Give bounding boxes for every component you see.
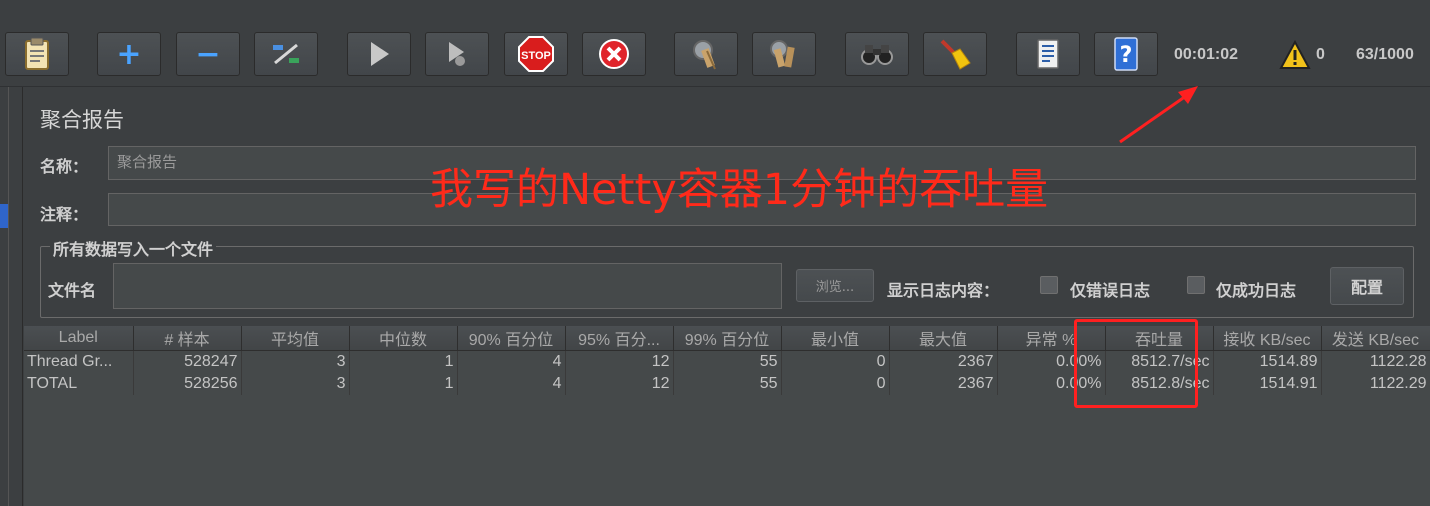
- tree-divider: [8, 87, 9, 506]
- table-cell: 2367: [889, 373, 998, 395]
- toggle-icon: [273, 43, 299, 65]
- column-header-95-percentile[interactable]: 95% 百分...: [565, 326, 674, 351]
- table-cell: 1: [349, 350, 458, 373]
- browse-button[interactable]: 浏览...: [796, 269, 874, 302]
- configure-button[interactable]: 配置: [1330, 267, 1404, 305]
- table-cell: 1514.89: [1213, 350, 1322, 373]
- search-button[interactable]: [845, 32, 909, 76]
- window-top-strip: [0, 0, 1430, 23]
- table-cell: 12: [565, 373, 674, 395]
- table-cell: 55: [673, 350, 782, 373]
- column-header-max[interactable]: 最大值: [889, 326, 998, 351]
- column-header-label[interactable]: Label: [24, 326, 134, 351]
- table-cell: 528256: [133, 373, 242, 395]
- comment-label: 注释：: [40, 205, 89, 224]
- clear-all-button[interactable]: [752, 32, 816, 76]
- toggle-button[interactable]: [254, 32, 318, 76]
- start-no-pause-icon: [449, 42, 465, 66]
- column-header-average[interactable]: 平均值: [241, 326, 350, 351]
- column-header-median[interactable]: 中位数: [349, 326, 458, 351]
- elapsed-time: 00:01:02: [1174, 46, 1239, 63]
- stop-button[interactable]: STOP: [504, 32, 568, 76]
- collapse-icon: −: [195, 36, 221, 72]
- warning-icon[interactable]: [1279, 40, 1311, 70]
- throughput-highlight-box: [1074, 319, 1198, 408]
- column-header-received-kb[interactable]: 接收 KB/sec: [1213, 326, 1322, 351]
- start-icon: [371, 42, 389, 66]
- clear-all-icon: [770, 40, 795, 68]
- success-only-checkbox[interactable]: [1187, 276, 1205, 294]
- filename-field[interactable]: [113, 263, 782, 309]
- table-cell: 0: [781, 350, 890, 373]
- name-label: 名称：: [40, 157, 89, 176]
- success-only-label: 仅成功日志: [1216, 281, 1297, 300]
- table-cell: 4: [457, 350, 566, 373]
- table-cell: 3: [241, 350, 350, 373]
- active-threads-count: 63/1000: [1356, 46, 1414, 63]
- svg-text:?: ?: [1120, 43, 1133, 68]
- table-cell: Thread Gr...: [24, 350, 134, 373]
- errors-only-checkbox[interactable]: [1040, 276, 1058, 294]
- table-cell: 3: [241, 373, 350, 395]
- annotation-text: 我写的Netty容器1分钟的吞吐量: [430, 165, 1049, 215]
- write-to-file-group-title: 所有数据写入一个文件: [50, 236, 217, 260]
- svg-text:STOP: STOP: [521, 50, 551, 62]
- shutdown-button[interactable]: [582, 32, 646, 76]
- table-cell: 2367: [889, 350, 998, 373]
- help-button[interactable]: ?: [1094, 32, 1158, 76]
- function-helper-button[interactable]: [1016, 32, 1080, 76]
- column-header-99-percentile[interactable]: 99% 百分位: [673, 326, 782, 351]
- start-button[interactable]: [347, 32, 411, 76]
- expand-icon: +: [116, 36, 142, 72]
- filename-label: 文件名: [48, 281, 97, 300]
- table-cell: 55: [673, 373, 782, 395]
- results-table[interactable]: Label # 样本 平均值 中位数 90% 百分位 95% 百分... 99%…: [24, 326, 1430, 506]
- table-cell: 1122.28: [1321, 350, 1430, 373]
- errors-only-label: 仅错误日志: [1070, 281, 1151, 300]
- column-header-90-percentile[interactable]: 90% 百分位: [457, 326, 566, 351]
- test-plan-tree-pane[interactable]: [0, 87, 23, 506]
- help-icon: ?: [1114, 37, 1138, 71]
- expand-all-button[interactable]: +: [97, 32, 161, 76]
- function-helper-icon: [1037, 39, 1059, 69]
- warning-count: 0: [1316, 46, 1325, 63]
- reset-search-broom-icon: [940, 39, 971, 70]
- table-row[interactable]: TOTAL 528256 3 1 4 12 55 0 2367 0.00% 85…: [24, 373, 1430, 395]
- column-header-samples[interactable]: # 样本: [133, 326, 242, 351]
- table-header-row: Label # 样本 平均值 中位数 90% 百分位 95% 百分... 99%…: [24, 326, 1430, 351]
- table-cell: 1514.91: [1213, 373, 1322, 395]
- collapse-all-button[interactable]: −: [176, 32, 240, 76]
- table-row[interactable]: Thread Gr... 528247 3 1 4 12 55 0 2367 0…: [24, 350, 1430, 373]
- table-cell: 528247: [133, 350, 242, 373]
- search-binoculars-icon: [861, 45, 893, 65]
- log-content-label: 显示日志内容：: [887, 281, 1000, 300]
- table-cell: 1122.29: [1321, 373, 1430, 395]
- panel-title: 聚合报告: [40, 108, 124, 132]
- shutdown-icon: [599, 39, 629, 69]
- table-cell: 4: [457, 373, 566, 395]
- templates-button[interactable]: [5, 32, 69, 76]
- table-cell: TOTAL: [24, 373, 134, 395]
- stop-icon: STOP: [518, 36, 554, 72]
- table-cell: 12: [565, 350, 674, 373]
- start-no-pauses-button[interactable]: [425, 32, 489, 76]
- reset-search-button[interactable]: [923, 32, 987, 76]
- column-header-sent-kb[interactable]: 发送 KB/sec: [1321, 326, 1430, 351]
- toolbar: + − STOP ? 00:01:02 0 63/1000: [0, 22, 1430, 87]
- table-cell: 1: [349, 373, 458, 395]
- column-header-min[interactable]: 最小值: [781, 326, 890, 351]
- clear-icon: [693, 40, 716, 70]
- templates-icon: [25, 37, 49, 70]
- clear-button[interactable]: [674, 32, 738, 76]
- tree-selection-marker: [0, 204, 8, 228]
- table-cell: 0: [781, 373, 890, 395]
